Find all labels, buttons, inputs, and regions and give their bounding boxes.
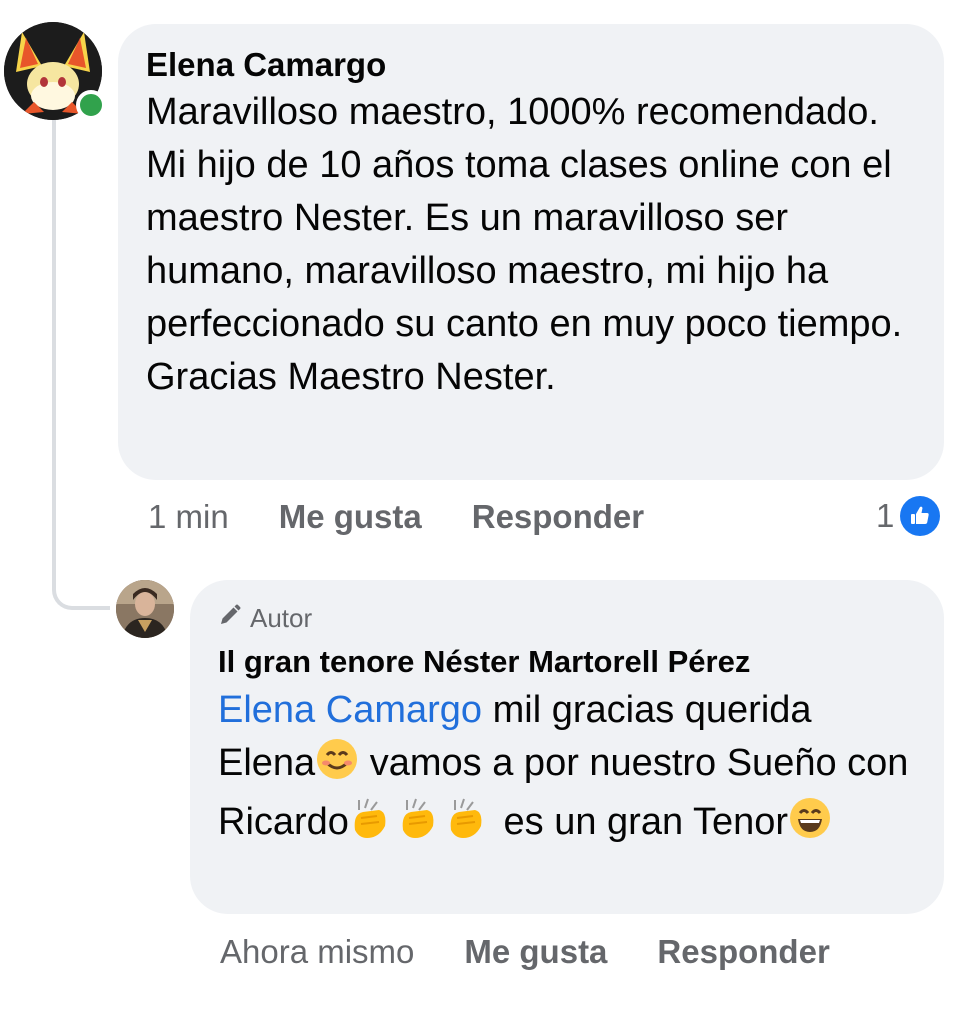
pencil-icon: [218, 598, 242, 638]
person-photo-icon: [116, 580, 174, 638]
comment-text: Maravilloso maestro, 1000% recomendado. …: [146, 91, 903, 398]
clapping-hands-icon: [445, 796, 493, 855]
reply-text-part-3: es un gran Tenor: [492, 801, 789, 843]
reply-button[interactable]: Responder: [472, 498, 644, 536]
reply-like-button[interactable]: Me gusta: [464, 933, 607, 971]
comment-bubble: Elena Camargo Maravilloso maestro, 1000%…: [118, 24, 944, 480]
reply-author-name[interactable]: Il gran tenore Néster Martorell Pérez: [218, 642, 916, 682]
online-status-dot: [76, 90, 106, 120]
author-badge: Autor: [218, 598, 916, 638]
reply-actions: Ahora mismo Me gusta Responder: [220, 933, 830, 971]
reply-text: Elena Camargo mil gracias querida Elena …: [218, 684, 916, 855]
comment-timestamp[interactable]: 1 min: [148, 498, 229, 536]
thread-connector-line: [52, 120, 110, 610]
reply-bubble: Autor Il gran tenore Néster Martorell Pé…: [190, 580, 944, 914]
clapping-hands-icon: [349, 796, 397, 855]
comment-actions: 1 min Me gusta Responder: [148, 498, 644, 536]
comment-author-name[interactable]: Elena Camargo: [146, 46, 916, 84]
mention-link[interactable]: Elena Camargo: [218, 689, 482, 731]
smiling-face-icon: [315, 737, 359, 796]
grinning-face-icon: [788, 796, 832, 855]
author-badge-label: Autor: [250, 603, 313, 633]
reply-reply-button[interactable]: Responder: [657, 933, 829, 971]
clapping-hands-icon: [397, 796, 445, 855]
reaction-summary[interactable]: 1: [876, 496, 941, 536]
like-button[interactable]: Me gusta: [279, 498, 422, 536]
reply-author-avatar[interactable]: [116, 580, 174, 638]
thumbs-up-icon: [900, 496, 941, 536]
reply-timestamp[interactable]: Ahora mismo: [220, 933, 414, 971]
reaction-count: 1: [876, 497, 895, 534]
